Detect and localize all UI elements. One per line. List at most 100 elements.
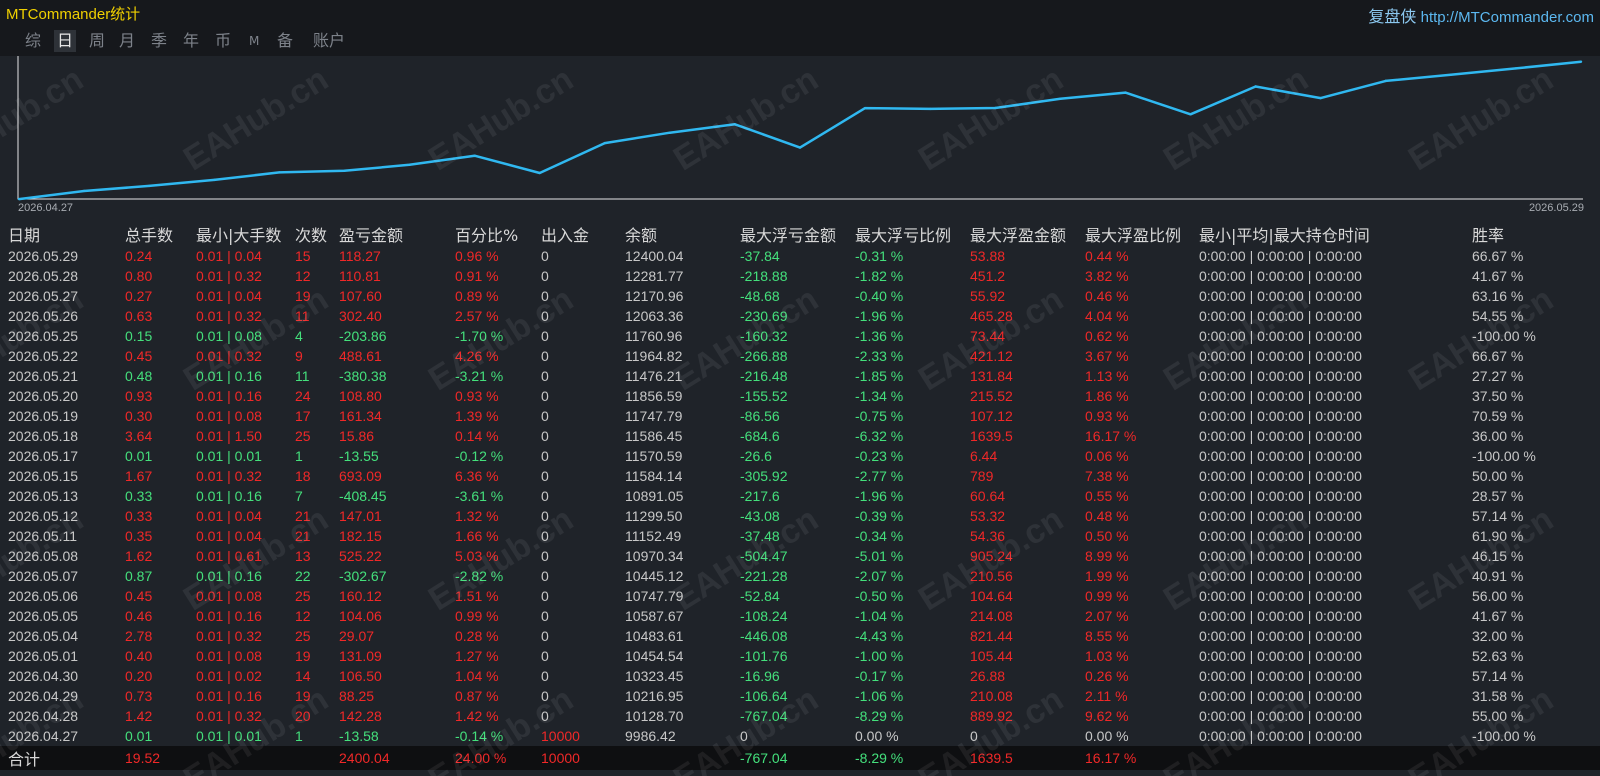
table-row[interactable]: 2026.05.06 0.45 0.01 | 0.08 25 160.12 1.51 % 0… [0, 586, 1600, 606]
table-cell: 0:00:00 | 0:00:00 | 0:00:00 [1199, 308, 1362, 324]
table-cell: 19 [295, 688, 311, 704]
column-header-5[interactable]: 百分比% [447, 222, 533, 246]
tab-7[interactable]: M [246, 30, 262, 52]
equity-point-20 [1319, 96, 1322, 100]
table-row[interactable]: 2026.05.15 1.67 0.01 | 0.32 18 693.09 6.36 % 0… [0, 466, 1600, 486]
table-row[interactable]: 2026.05.11 0.35 0.01 | 0.04 21 182.15 1.66 % 0… [0, 526, 1600, 546]
tab-4[interactable]: 季 [148, 30, 170, 52]
tab-2[interactable]: 周 [86, 30, 108, 52]
table-cell: 0.63 [125, 308, 153, 324]
table-cell: -767.04 [732, 746, 847, 770]
table-cell: 12170.96 [625, 288, 684, 304]
table-row[interactable]: 2026.05.05 0.46 0.01 | 0.16 12 104.06 0.99 % 0… [0, 606, 1600, 626]
equity-point-5 [343, 169, 346, 172]
tab-5[interactable]: 年 [180, 30, 202, 52]
table-cell: 0.01 | 0.01 [196, 448, 262, 464]
table-row[interactable]: 2026.04.30 0.20 0.01 | 0.02 14 106.50 1.04 % 0… [0, 666, 1600, 686]
table-cell: -0.50 % [855, 588, 904, 604]
table-row[interactable]: 2026.05.07 0.87 0.01 | 0.16 22 -302.67 -2.82 … [0, 566, 1600, 586]
table-row[interactable]: 2026.05.21 0.48 0.01 | 0.16 11 -380.38 -3.21 … [0, 366, 1600, 386]
equity-point-24 [1579, 60, 1583, 63]
table-cell: 0.62 % [1085, 328, 1129, 344]
table-cell: 525.22 [339, 548, 382, 564]
table-row[interactable]: 2026.05.20 0.93 0.01 | 0.16 24 108.80 0.93 % 0… [0, 386, 1600, 406]
table-cell: 131.84 [970, 368, 1013, 384]
table-cell: -504.47 [740, 548, 788, 564]
table-cell: 15 [295, 248, 311, 264]
table-cell: 2026.05.28 [8, 268, 79, 284]
table-cell: 10483.61 [625, 628, 684, 644]
table-cell: 0:00:00 | 0:00:00 | 0:00:00 [1199, 468, 1362, 484]
table-row[interactable]: 2026.05.25 0.15 0.01 | 0.08 4 -203.86 -1.70 %… [0, 326, 1600, 346]
table-row[interactable]: 2026.05.08 1.62 0.01 | 0.61 13 525.22 5.03 % 0… [0, 546, 1600, 566]
table-cell: 2026.05.07 [8, 568, 79, 584]
table-total-row[interactable]: 合计 19.52 2400.04 24.00 % 10000 -767.04 -8.29 %… [0, 746, 1600, 770]
table-cell: 11570.59 [625, 448, 683, 464]
table-cell: 32.00 % [1472, 628, 1524, 644]
table-row[interactable]: 2026.05.22 0.45 0.01 | 0.32 9 488.61 4.26 % 0 1… [0, 346, 1600, 366]
table-cell: 2026.05.19 [8, 408, 79, 424]
tab-6[interactable]: 币 [212, 30, 234, 52]
table-cell: 0.48 [125, 368, 153, 384]
column-header-4[interactable]: 盈亏金额 [331, 222, 447, 246]
table-cell: 24.00 % [447, 746, 533, 770]
column-header-3[interactable]: 次数 [287, 222, 331, 246]
tab-0[interactable]: 综 [22, 30, 44, 52]
table-row[interactable]: 2026.05.12 0.33 0.01 | 0.04 21 147.01 1.32 % 0… [0, 506, 1600, 526]
column-header-10[interactable]: 最大浮盈金额 [962, 222, 1077, 246]
table-row[interactable]: 2026.05.17 0.01 0.01 | 0.01 1 -13.55 -0.12 % 0… [0, 446, 1600, 466]
table-cell: 18 [295, 468, 311, 484]
table-row[interactable]: 2026.05.26 0.63 0.01 | 0.32 11 302.40 2.57 % 0… [0, 306, 1600, 326]
table-row[interactable]: 2026.05.28 0.80 0.01 | 0.32 12 110.81 0.91 % 0… [0, 266, 1600, 286]
column-header-7[interactable]: 余额 [617, 222, 732, 246]
table-cell: 0.33 [125, 488, 153, 504]
table-row[interactable]: 2026.04.29 0.73 0.01 | 0.16 19 88.25 0.87 % 0 1… [0, 686, 1600, 706]
column-header-0[interactable]: 日期 [0, 222, 117, 246]
tab-8[interactable]: 备 [274, 30, 296, 52]
table-cell: 1.42 [125, 708, 153, 724]
column-header-1[interactable]: 总手数 [117, 222, 188, 246]
table-cell: -13.58 [339, 728, 379, 744]
table-row[interactable]: 2026.05.01 0.40 0.01 | 0.08 19 131.09 1.27 % 0… [0, 646, 1600, 666]
equity-point-13 [863, 106, 867, 110]
table-cell: 10216.95 [625, 688, 684, 704]
column-header-13[interactable]: 胜率 [1464, 222, 1600, 246]
table-cell: 0.93 % [455, 388, 499, 404]
table-cell: 0.01 | 0.08 [196, 408, 262, 424]
tab-3[interactable]: 月 [116, 30, 138, 52]
tab-9[interactable]: 账户 [310, 30, 348, 52]
table-cell: 88.25 [339, 688, 375, 704]
column-header-11[interactable]: 最大浮盈比例 [1077, 222, 1191, 246]
table-cell: 2.11 % [1085, 688, 1128, 704]
column-header-2[interactable]: 最小|大手数 [188, 222, 287, 246]
table-cell: -230.69 [740, 308, 788, 324]
column-header-9[interactable]: 最大浮亏比例 [847, 222, 962, 246]
equity-point-10 [668, 131, 672, 134]
column-header-8[interactable]: 最大浮亏金额 [732, 222, 847, 246]
table-row[interactable]: 2026.05.19 0.30 0.01 | 0.08 17 161.34 1.39 % 0… [0, 406, 1600, 426]
table-row[interactable]: 2026.05.18 3.64 0.01 | 1.50 25 15.86 0.14 % 0 1… [0, 426, 1600, 446]
table-row[interactable]: 2026.05.27 0.27 0.01 | 0.04 19 107.60 0.89 % 0… [0, 286, 1600, 306]
table-cell: 9986.42 [625, 728, 676, 744]
table-cell: 0.01 | 0.32 [196, 468, 262, 484]
table-cell: 0.46 % [1085, 288, 1129, 304]
column-header-6[interactable]: 出入金 [533, 222, 617, 246]
column-header-12[interactable]: 最小|平均|最大持仓时间 [1191, 222, 1464, 246]
table-cell: 0.48 % [1085, 508, 1129, 524]
table-row[interactable]: 2026.05.29 0.24 0.01 | 0.04 15 118.27 0.96 % 0… [0, 246, 1600, 266]
table-cell: -0.12 % [455, 448, 504, 464]
table-cell [1191, 746, 1464, 770]
table-row[interactable]: 2026.05.13 0.33 0.01 | 0.16 7 -408.45 -3.61 %… [0, 486, 1600, 506]
table-row[interactable]: 2026.04.28 1.42 0.01 | 0.32 20 142.28 1.42 % 0… [0, 706, 1600, 726]
table-cell: 0.45 [125, 588, 153, 604]
table-cell: -2.33 % [855, 348, 904, 364]
brand-link[interactable]: 复盘侠 http://MTCommander.com [1368, 3, 1594, 27]
tab-1[interactable]: 日 [54, 30, 77, 52]
brand-name: 复盘侠 [1368, 7, 1417, 26]
table-cell: 0.01 | 0.08 [196, 588, 262, 604]
table-cell: 0.01 | 0.16 [196, 388, 262, 404]
table-row[interactable]: 2026.05.04 2.78 0.01 | 0.32 25 29.07 0.28 % 0 1… [0, 626, 1600, 646]
table-cell: -5.01 % [855, 548, 904, 564]
table-row[interactable]: 2026.04.27 0.01 0.01 | 0.01 1 -13.58 -0.14 % 1… [0, 726, 1600, 746]
table-cell: 889.92 [970, 708, 1013, 724]
